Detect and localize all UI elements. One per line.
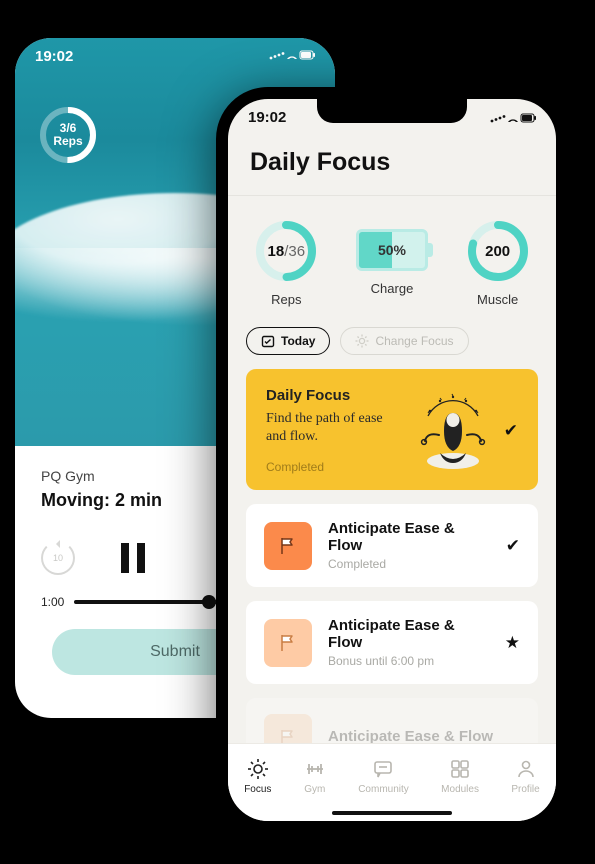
- daily-focus-card[interactable]: Daily Focus Find the path of ease and fl…: [246, 369, 538, 490]
- tab-label: Focus: [244, 784, 271, 795]
- page-title: Daily Focus: [228, 126, 556, 196]
- reps-total: /36: [284, 243, 305, 260]
- pause-button[interactable]: [121, 543, 145, 573]
- star-icon: ★: [505, 633, 520, 653]
- muscle-value: 200: [485, 243, 510, 260]
- notch: [317, 99, 467, 123]
- grid-icon: [449, 758, 471, 780]
- list-item[interactable]: Anticipate Ease & Flow Completed ✔: [246, 504, 538, 587]
- muscle-label: Muscle: [477, 292, 518, 307]
- meditation-illustration-icon: [408, 391, 498, 471]
- focus-card-title: Daily Focus: [266, 387, 402, 404]
- chip-today[interactable]: Today: [246, 327, 330, 355]
- reps-word: Reps: [53, 135, 82, 148]
- status-time: 19:02: [35, 48, 73, 65]
- check-icon: ✔: [506, 536, 520, 556]
- item-title: Anticipate Ease & Flow: [328, 617, 489, 651]
- sun-icon: [247, 758, 269, 780]
- chat-icon: [372, 758, 394, 780]
- phone-front-focus: 19:02 Daily Focus 18/36 Reps: [216, 87, 568, 833]
- chip-change-label: Change Focus: [375, 334, 453, 348]
- person-icon: [515, 758, 537, 780]
- tab-bar: Focus Gym Community Modules Profile: [228, 743, 556, 821]
- list-item[interactable]: Anticipate Ease & Flow Bonus until 6:00 …: [246, 601, 538, 684]
- charge-label: Charge: [371, 281, 414, 296]
- stats-row: 18/36 Reps 50% Charge 200 Muscle: [228, 196, 556, 317]
- item-sub: Bonus until 6:00 pm: [328, 654, 489, 668]
- tab-label: Profile: [511, 784, 539, 795]
- check-icon: ✔: [504, 421, 518, 441]
- tab-modules[interactable]: Modules: [441, 758, 479, 795]
- focus-card-status: Completed: [266, 460, 402, 474]
- status-time: 19:02: [248, 109, 286, 126]
- tab-profile[interactable]: Profile: [511, 758, 539, 795]
- stat-charge[interactable]: 50% Charge: [356, 220, 428, 296]
- stat-reps[interactable]: 18/36 Reps: [255, 220, 317, 307]
- rewind-10-button[interactable]: 10: [41, 541, 75, 575]
- home-indicator[interactable]: [332, 811, 452, 815]
- reps-label: Reps: [271, 292, 301, 307]
- dumbbell-icon: [304, 758, 326, 780]
- reps-progress-ring: 3/6 Reps: [39, 106, 97, 164]
- charge-value: 50%: [378, 242, 406, 258]
- status-icons: [490, 112, 536, 124]
- focus-card-body: Find the path of ease and flow.: [266, 410, 402, 446]
- rewind-seconds: 10: [53, 553, 63, 563]
- tab-label: Modules: [441, 784, 479, 795]
- item-sub: Completed: [328, 557, 490, 571]
- track-thumb[interactable]: [202, 595, 216, 609]
- charge-battery-icon: 50%: [356, 229, 428, 271]
- tab-label: Community: [358, 784, 409, 795]
- flag-icon: [264, 522, 312, 570]
- status-bar-back: 19:02: [35, 48, 315, 65]
- tab-community[interactable]: Community: [358, 758, 409, 795]
- calendar-check-icon: [261, 334, 275, 348]
- chip-today-label: Today: [281, 334, 315, 348]
- cards-list: Daily Focus Find the path of ease and fl…: [228, 369, 556, 778]
- chips-row: Today Change Focus: [228, 317, 556, 369]
- tab-gym[interactable]: Gym: [304, 758, 326, 795]
- chip-change-focus[interactable]: Change Focus: [340, 327, 468, 355]
- tab-label: Gym: [304, 784, 325, 795]
- reps-current: 18: [268, 243, 285, 260]
- status-icons: [269, 48, 315, 65]
- elapsed-time: 1:00: [41, 595, 64, 609]
- tab-focus[interactable]: Focus: [244, 758, 271, 795]
- item-title: Anticipate Ease & Flow: [328, 520, 490, 554]
- flag-icon: [264, 619, 312, 667]
- stat-muscle[interactable]: 200 Muscle: [467, 220, 529, 307]
- sun-icon: [355, 334, 369, 348]
